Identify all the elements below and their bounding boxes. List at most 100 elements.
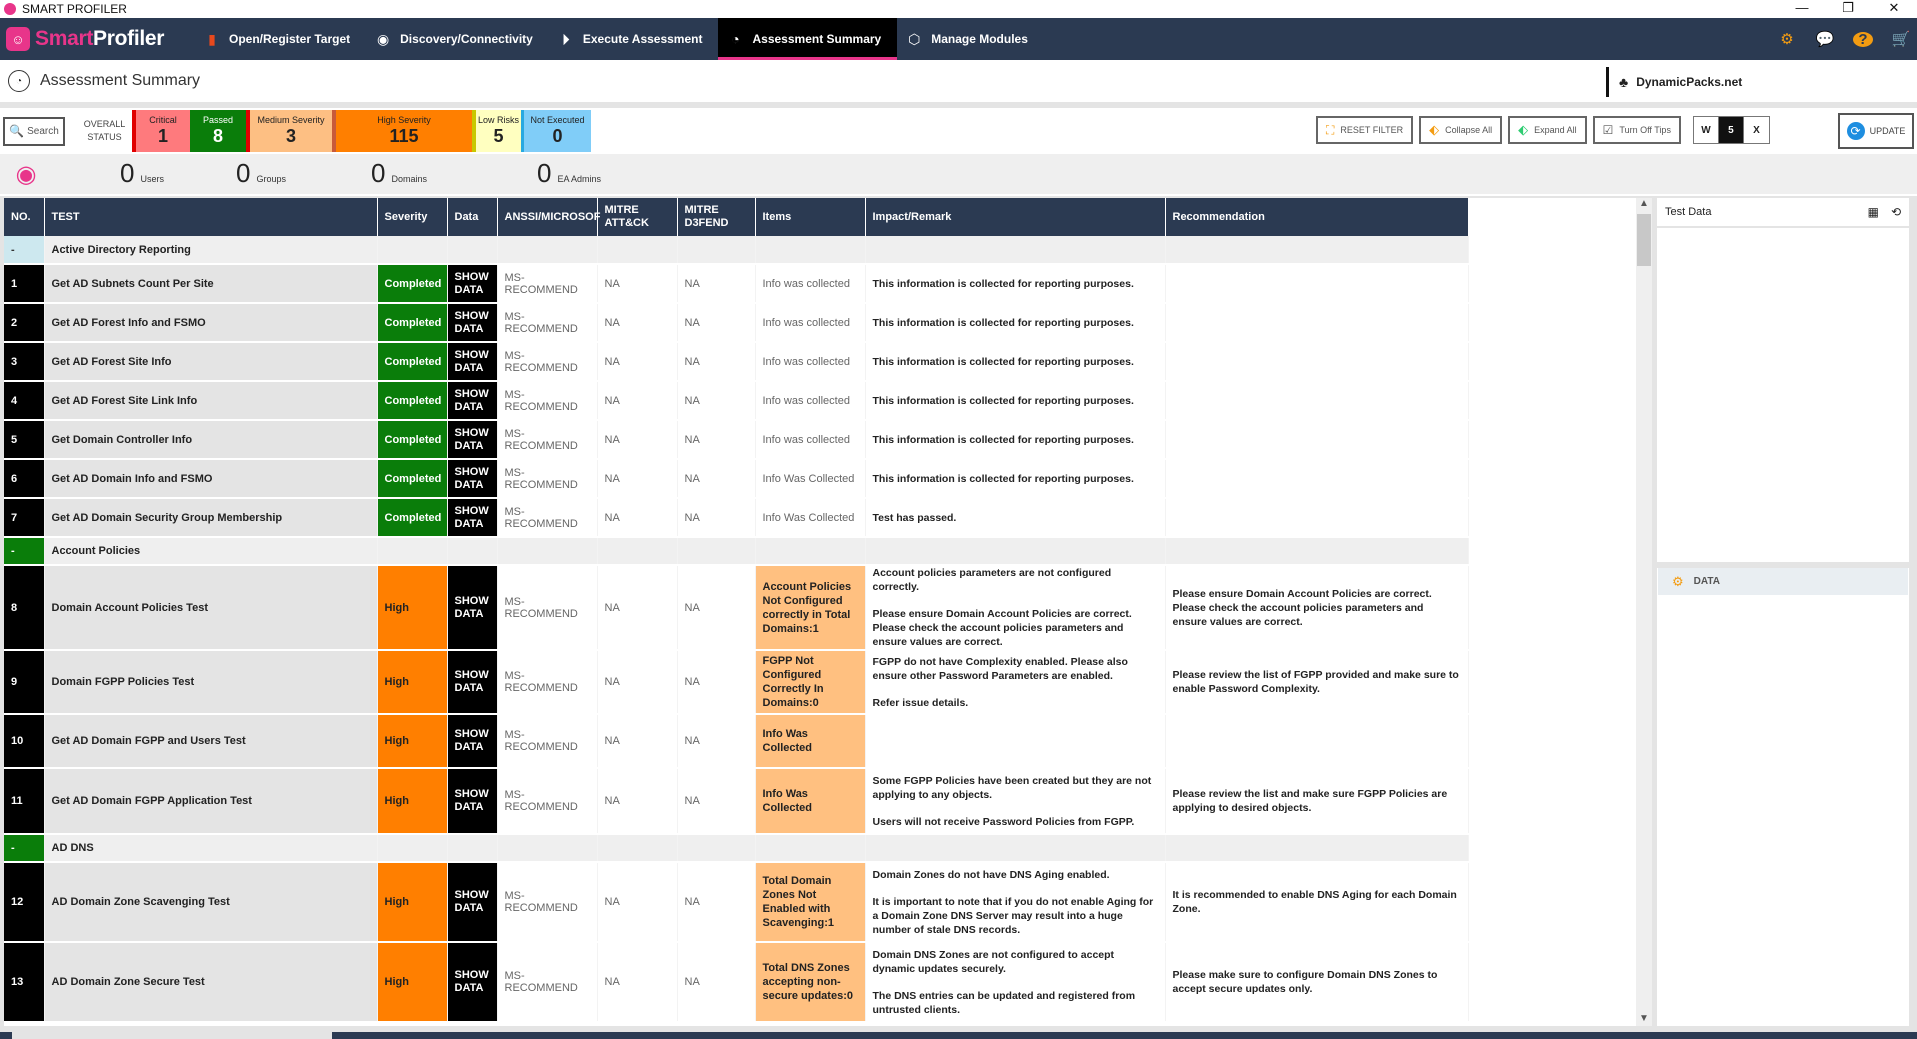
table-row[interactable]: 10 Get AD Domain FGPP and Users Test High S… <box>4 714 1469 769</box>
restore-button[interactable]: ❐ <box>1825 0 1871 18</box>
table-row[interactable]: 9 Domain FGPP Policies Test High SHOW DATA M… <box>4 650 1469 715</box>
show-data-button[interactable]: SHOW DATA <box>447 303 498 343</box>
turn-off-tips-button[interactable]: ☑ Turn Off Tips <box>1592 116 1681 144</box>
history-icon[interactable]: ⟲ <box>1891 205 1901 219</box>
table-row[interactable]: 2 Get AD Forest Info and FSMO Completed SHO… <box>4 303 1469 343</box>
close-button[interactable]: ✕ <box>1871 0 1917 18</box>
test-name[interactable]: Get AD Forest Info and FSMO <box>44 303 378 343</box>
mitre-d3fend-value: NA <box>677 420 756 460</box>
table-row[interactable]: 3 Get AD Forest Site Info Completed SHOW DA… <box>4 342 1469 382</box>
group-row[interactable]: - Account Policies <box>4 537 1469 566</box>
nav-discovery-connectivity[interactable]: ◉ Discovery/Connectivity <box>366 18 549 60</box>
test-name[interactable]: Get AD Forest Site Link Info <box>44 381 378 421</box>
export-word-button[interactable]: W <box>1694 117 1719 143</box>
test-name[interactable]: Domain FGPP Policies Test <box>44 650 378 715</box>
group-toggle[interactable]: - <box>4 537 45 566</box>
col-data[interactable]: Data <box>447 198 498 236</box>
show-data-button[interactable]: SHOW DATA <box>447 342 498 382</box>
cart-icon[interactable]: 🛒 <box>1891 30 1911 48</box>
table-row[interactable]: 12 AD Domain Zone Scavenging Test High SHOW… <box>4 862 1469 943</box>
row-number: 11 <box>4 768 45 835</box>
mitre-attck-value: NA <box>597 420 678 460</box>
test-name[interactable]: Get Domain Controller Info <box>44 420 378 460</box>
table-row[interactable]: 13 AD Domain Zone Secure Test High SHOW DAT… <box>4 942 1469 1023</box>
stat-critical[interactable]: Critical 1 <box>132 110 190 152</box>
severity-badge: High <box>377 862 448 943</box>
play-circle-icon: ⏵ <box>562 30 570 47</box>
group-toggle[interactable]: - <box>4 236 45 265</box>
col-no[interactable]: NO. <box>4 198 45 236</box>
nav-assessment-summary[interactable]: ◔ Assessment Summary <box>718 18 898 60</box>
scroll-down-icon[interactable]: ▼ <box>1636 1013 1652 1024</box>
impact-remark: Domain DNS Zones are not configured to a… <box>865 942 1166 1023</box>
col-items[interactable]: Items <box>755 198 866 236</box>
show-data-button[interactable]: SHOW DATA <box>447 459 498 499</box>
dashboard-icon[interactable]: ⚙ <box>1777 30 1797 48</box>
test-name[interactable]: Get AD Domain Security Group Membership <box>44 498 378 538</box>
export-html-button[interactable]: 5 <box>1718 117 1744 143</box>
horizontal-scrollbar-thumb[interactable] <box>12 1032 332 1039</box>
collapse-all-button[interactable]: ⬖ Collapse All <box>1419 116 1503 144</box>
scroll-up-icon[interactable]: ▲ <box>1636 198 1652 209</box>
stat-passed[interactable]: Passed 8 <box>190 110 246 152</box>
data-tab[interactable]: ⚙ DATA <box>1658 568 1908 595</box>
stat-low-risks[interactable]: Low Risks 5 <box>472 110 521 152</box>
col-severity[interactable]: Severity <box>377 198 448 236</box>
col-mitre-d3fend[interactable]: MITRE D3FEND <box>677 198 756 236</box>
group-toggle[interactable]: - <box>4 834 45 863</box>
col-mitre-attck[interactable]: MITRE ATT&CK <box>597 198 678 236</box>
stat-not-executed[interactable]: Not Executed 0 <box>521 110 591 152</box>
expand-all-button[interactable]: ⬖ Expand All <box>1508 116 1587 144</box>
test-name[interactable]: AD Domain Zone Secure Test <box>44 942 378 1023</box>
test-data-header: Test Data ▦ ⟲ <box>1657 198 1909 228</box>
vertical-scrollbar[interactable]: ▲ ▼ <box>1636 198 1652 1026</box>
table-row[interactable]: 6 Get AD Domain Info and FSMO Completed SHO… <box>4 459 1469 499</box>
show-data-button[interactable]: SHOW DATA <box>447 768 498 835</box>
table-row[interactable]: 11 Get AD Domain FGPP Application Test Hig… <box>4 768 1469 835</box>
nav-execute-assessment[interactable]: ⏵ Execute Assessment <box>549 18 719 60</box>
col-impact[interactable]: Impact/Remark <box>865 198 1166 236</box>
horizontal-scrollbar[interactable] <box>0 1032 1917 1039</box>
items-value: Info was collected <box>755 264 866 304</box>
reset-filter-button[interactable]: ⛶ RESET FILTER <box>1316 116 1414 144</box>
excel-export-icon[interactable]: ▦ <box>1868 205 1879 219</box>
test-name[interactable]: Domain Account Policies Test <box>44 565 378 651</box>
scrollbar-thumb[interactable] <box>1637 214 1651 266</box>
show-data-button[interactable]: SHOW DATA <box>447 498 498 538</box>
table-row[interactable]: 7 Get AD Domain Security Group Membership… <box>4 498 1469 538</box>
minimize-button[interactable]: — <box>1779 0 1825 18</box>
search-button[interactable]: 🔍 Search <box>3 116 65 146</box>
col-test[interactable]: TEST <box>44 198 378 236</box>
group-row[interactable]: - AD DNS <box>4 834 1469 863</box>
show-data-button[interactable]: SHOW DATA <box>447 381 498 421</box>
table-row[interactable]: 5 Get Domain Controller Info Completed SHOW… <box>4 420 1469 460</box>
test-name[interactable]: Get AD Forest Site Info <box>44 342 378 382</box>
table-row[interactable]: 8 Domain Account Policies Test High SHOW DA… <box>4 565 1469 651</box>
nav-manage-modules[interactable]: ⬡ Manage Modules <box>897 18 1044 60</box>
update-button[interactable]: ⟳ UPDATE <box>1838 113 1914 149</box>
show-data-button[interactable]: SHOW DATA <box>447 264 498 304</box>
help-icon[interactable]: ? <box>1853 31 1873 48</box>
show-data-button[interactable]: SHOW DATA <box>447 942 498 1023</box>
group-row[interactable]: - Active Directory Reporting <box>4 236 1469 265</box>
table-row[interactable]: 1 Get AD Subnets Count Per Site Completed S… <box>4 264 1469 304</box>
nav-open-register-target[interactable]: ▮ Open/Register Target <box>195 18 366 60</box>
stat-medium-severity[interactable]: Medium Severity 3 <box>246 110 332 152</box>
test-name[interactable]: Get AD Domain Info and FSMO <box>44 459 378 499</box>
show-data-button[interactable]: SHOW DATA <box>447 565 498 651</box>
chat-icon[interactable]: 💬 <box>1815 30 1835 48</box>
stat-high-severity[interactable]: High Severity 115 <box>332 110 472 152</box>
show-data-button[interactable]: SHOW DATA <box>447 862 498 943</box>
test-name[interactable]: Get AD Domain FGPP and Users Test <box>44 714 378 769</box>
test-name[interactable]: Get AD Domain FGPP Application Test <box>44 768 378 835</box>
show-data-button[interactable]: SHOW DATA <box>447 650 498 715</box>
show-data-button[interactable]: SHOW DATA <box>447 714 498 769</box>
export-excel-button[interactable]: X <box>1744 117 1769 143</box>
show-data-button[interactable]: SHOW DATA <box>447 420 498 460</box>
test-name[interactable]: AD Domain Zone Scavenging Test <box>44 862 378 943</box>
test-name[interactable]: Get AD Subnets Count Per Site <box>44 264 378 304</box>
items-value: Info Was Collected <box>755 768 866 835</box>
table-row[interactable]: 4 Get AD Forest Site Link Info Completed SH… <box>4 381 1469 421</box>
col-anssi[interactable]: ANSSI/MICROSOF <box>497 198 600 236</box>
col-recommendation[interactable]: Recommendation <box>1165 198 1469 236</box>
